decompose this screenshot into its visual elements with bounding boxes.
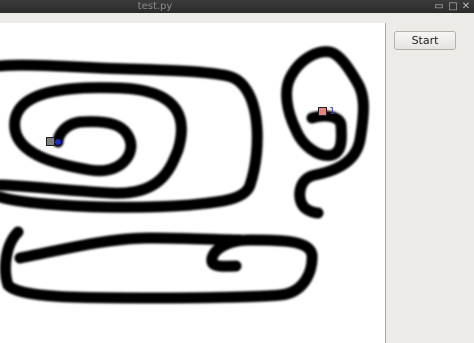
track-bottom-wave — [14, 232, 246, 264]
start-button[interactable]: Start — [394, 31, 456, 50]
maximize-icon[interactable]: □ — [447, 0, 459, 13]
close-icon[interactable]: ✕ — [460, 0, 472, 13]
track-right-loop — [281, 46, 369, 219]
start-marker — [46, 137, 55, 146]
minimize-icon[interactable]: ▭ — [433, 0, 445, 13]
agent-dot — [55, 139, 61, 145]
drawing-canvas[interactable]: 1 — [0, 23, 386, 343]
title-bar: test.py ▭ □ ✕ — [0, 0, 474, 13]
goal-marker — [318, 107, 327, 116]
goal-marker-label: 1 — [329, 106, 336, 117]
track-drawing — [0, 46, 369, 304]
window-toolbar-area — [0, 13, 474, 23]
window-title: test.py — [137, 1, 173, 12]
track-spiral-inner — [0, 82, 187, 199]
